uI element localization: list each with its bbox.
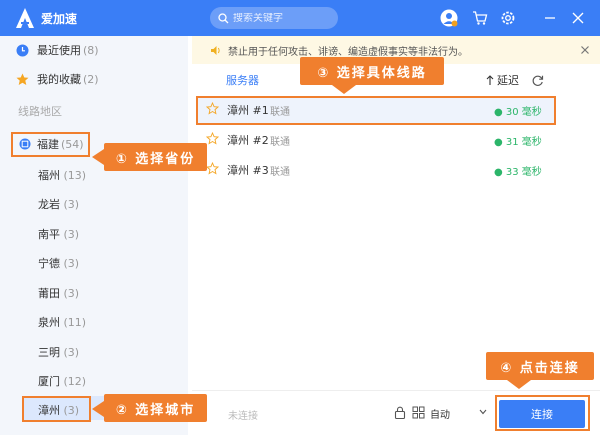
sidebar-item-recent[interactable]: 最近使用 (8) — [0, 39, 188, 61]
server-row[interactable]: 漳州 #3 联通 ● 33 毫秒 — [196, 156, 556, 184]
refresh-icon[interactable] — [531, 64, 544, 96]
callout-pointer — [332, 85, 356, 94]
chevron-down-icon[interactable] — [479, 409, 487, 415]
title-bar: 爱加速 — [0, 0, 600, 36]
callout-pointer — [92, 149, 104, 165]
latency-value: 31 毫秒 — [505, 136, 542, 148]
favorite-star-icon[interactable] — [206, 162, 219, 175]
cart-icon[interactable] — [471, 9, 489, 27]
city-count: (3) — [63, 198, 80, 211]
city-count: (3) — [63, 346, 80, 359]
server-isp: 联通 — [270, 166, 290, 178]
city-label: 宁德 — [38, 257, 60, 270]
city-count: (11) — [63, 316, 87, 329]
minimize-icon[interactable] — [541, 9, 559, 27]
search-icon — [218, 12, 229, 23]
server-row[interactable]: 漳州 #2 联通 ● 31 毫秒 — [196, 126, 556, 154]
column-header-latency-sort[interactable]: 延迟 — [486, 64, 519, 96]
sidebar-item-label: 我的收藏 — [37, 73, 81, 86]
highlight-province — [11, 132, 90, 157]
city-item[interactable]: 莆田 (3) — [38, 285, 79, 301]
server-name: 漳州 #2 — [227, 134, 269, 147]
city-label: 三明 — [38, 346, 60, 359]
mode-grid-icon — [412, 406, 425, 419]
settings-gear-icon[interactable] — [499, 9, 517, 27]
city-label: 龙岩 — [38, 198, 60, 211]
search-input[interactable] — [233, 12, 333, 24]
highlight-connect-button — [495, 395, 590, 431]
server-latency: ● 31 毫秒 — [494, 136, 542, 148]
user-avatar-icon[interactable] — [440, 9, 458, 27]
app-logo: 爱加速 — [15, 7, 77, 29]
app-title: 爱加速 — [41, 11, 78, 26]
server-latency: ● 33 毫秒 — [494, 166, 542, 178]
close-icon[interactable] — [569, 9, 587, 27]
sidebar: 最近使用 (8) 我的收藏 (2) 线路地区 福建 (54) 福州 (13) 龙… — [0, 36, 188, 435]
mode-select-value[interactable]: 自动 — [430, 406, 450, 421]
city-label: 厦门 — [38, 375, 60, 388]
sidebar-item-favorites[interactable]: 我的收藏 (2) — [0, 68, 188, 90]
latency-header-label: 延迟 — [497, 74, 519, 87]
star-icon — [16, 73, 29, 85]
city-item[interactable]: 泉州 (11) — [38, 314, 86, 330]
city-label: 福州 — [38, 169, 60, 182]
city-count: (3) — [63, 257, 80, 270]
connection-status: 未连接 — [228, 411, 258, 422]
lock-icon[interactable] — [394, 406, 406, 419]
latency-value: 33 毫秒 — [505, 166, 542, 178]
speaker-icon — [211, 45, 220, 55]
callout-step4: ④ 点击连接 — [486, 352, 594, 380]
favorite-star-icon[interactable] — [206, 132, 219, 145]
clock-icon — [16, 44, 29, 56]
column-header-server[interactable]: 服务器 — [226, 64, 259, 96]
city-item[interactable]: 三明 (3) — [38, 344, 79, 360]
highlight-server-row — [196, 96, 556, 125]
city-item[interactable]: 厦门 (12) — [38, 373, 86, 389]
callout-step2: ② 选择城市 — [104, 394, 207, 422]
callout-pointer — [507, 380, 531, 389]
city-item[interactable]: 龙岩 (3) — [38, 196, 79, 212]
notice-close-icon[interactable] — [581, 46, 589, 54]
city-count: (3) — [63, 287, 80, 300]
city-item[interactable]: 宁德 (3) — [38, 255, 79, 271]
sidebar-item-count: (8) — [83, 43, 99, 57]
sidebar-item-label: 最近使用 — [37, 44, 81, 57]
server-name: 漳州 #3 — [227, 164, 269, 177]
city-count: (13) — [63, 169, 87, 182]
callout-pointer — [92, 401, 104, 417]
server-isp: 联通 — [270, 136, 290, 148]
city-count: (12) — [63, 375, 87, 388]
logo-icon — [16, 8, 34, 28]
sidebar-item-count: (2) — [83, 72, 99, 86]
highlight-city — [22, 396, 91, 422]
search-box[interactable] — [210, 7, 338, 29]
region-section-label: 线路地区 — [18, 105, 62, 118]
notice-text: 禁止用于任何攻击、诽谤、编造虚假事实等非法行为。 — [228, 46, 468, 58]
callout-step1: ① 选择省份 — [104, 143, 207, 171]
city-count: (3) — [63, 228, 80, 241]
city-label: 莆田 — [38, 287, 60, 300]
city-label: 南平 — [38, 228, 60, 241]
callout-step3: ③ 选择具体线路 — [300, 57, 444, 85]
city-label: 泉州 — [38, 316, 60, 329]
city-item[interactable]: 南平 (3) — [38, 226, 79, 242]
city-item[interactable]: 福州 (13) — [38, 167, 86, 183]
sort-arrow-icon — [486, 74, 494, 85]
